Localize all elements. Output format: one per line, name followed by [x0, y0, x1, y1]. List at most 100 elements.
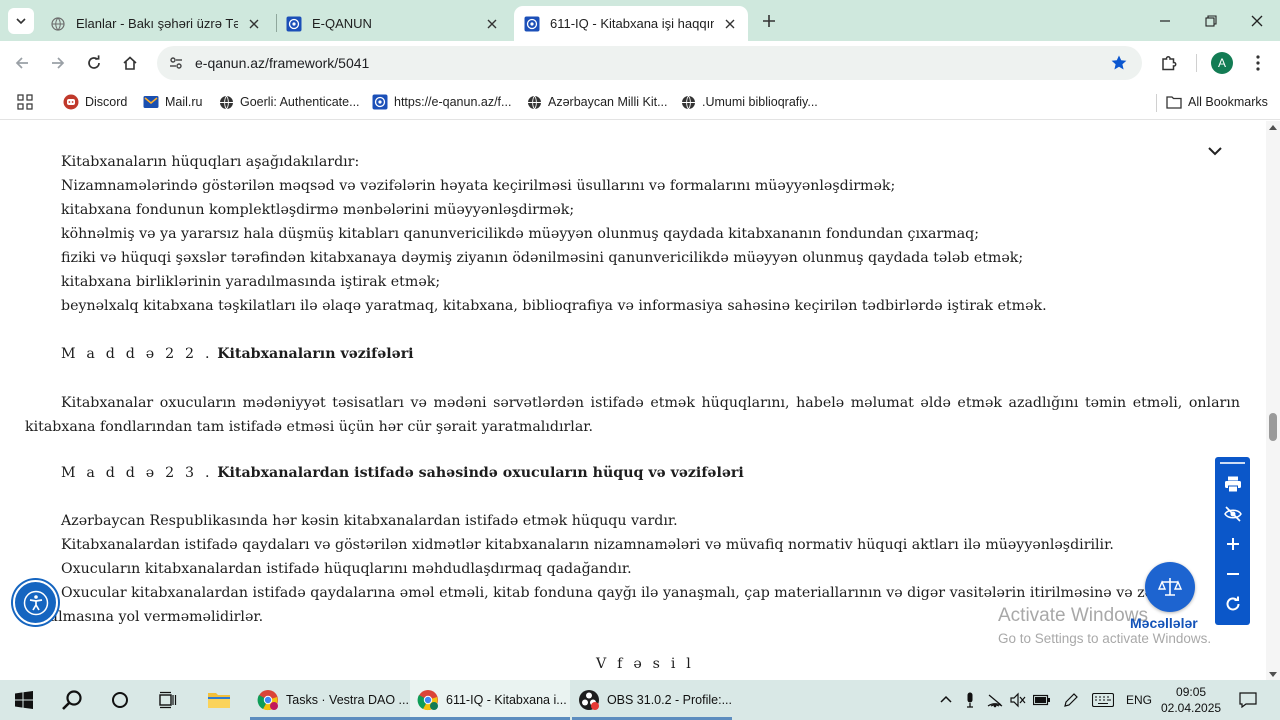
bookmark-discord[interactable]: Discord — [63, 91, 127, 113]
accessibility-button[interactable] — [13, 580, 58, 625]
reset-icon — [1226, 596, 1239, 610]
tab-title: E-QANUN — [312, 16, 372, 31]
tab-title: Elanlar - Bakı şəhəri üzrə Təhsil — [76, 16, 238, 31]
tab-strip: Elanlar - Bakı şəhəri üzrə Təhsil E-QANU… — [0, 0, 1280, 41]
address-bar[interactable]: e-qanun.az/framework/5041 — [157, 46, 1142, 80]
scroll-up-arrow[interactable] — [1269, 125, 1277, 130]
hide-button[interactable] — [1221, 502, 1244, 525]
close-icon[interactable] — [484, 16, 500, 32]
article-label: M a d d ə 2 3 . — [61, 465, 213, 481]
article-23-item: Azərbaycan Respublikasında hər kəsin kit… — [61, 513, 678, 529]
notifications-button[interactable] — [1238, 690, 1258, 710]
mecelleler-button[interactable] — [1145, 562, 1195, 612]
battery-icon — [1033, 694, 1050, 706]
bookmark-goerli[interactable]: Goerli: Authenticate... — [218, 91, 360, 113]
zoom-out-button[interactable] — [1221, 562, 1244, 585]
zoom-in-button[interactable] — [1221, 532, 1244, 555]
reload-button[interactable] — [81, 50, 107, 76]
tab-search-button[interactable] — [8, 8, 34, 34]
document-tools-panel — [1215, 457, 1250, 625]
system-clock[interactable]: 09:05 02.04.2025 — [1161, 684, 1221, 716]
vertical-scrollbar[interactable] — [1266, 121, 1280, 680]
taskbar-app-label: Tasks · Vestra DAO ... — [286, 693, 409, 707]
taskbar-app-label: OBS 31.0.2 - Profile:... — [606, 693, 732, 707]
tab-elanlar[interactable]: Elanlar - Bakı şəhəri üzrə Təhsil — [40, 6, 272, 41]
close-window-button[interactable] — [1244, 8, 1270, 34]
home-button[interactable] — [117, 50, 143, 76]
file-explorer-button[interactable] — [205, 686, 233, 714]
battery-tray[interactable] — [1032, 690, 1052, 710]
scroll-down-arrow[interactable] — [1269, 672, 1277, 677]
all-bookmarks-button[interactable]: All Bookmarks — [1166, 91, 1268, 113]
back-button[interactable] — [9, 50, 35, 76]
new-tab-button[interactable] — [758, 10, 780, 32]
search-icon — [62, 690, 82, 710]
accessibility-icon — [23, 590, 48, 615]
taskbar-app-obs[interactable]: OBS 31.0.2 - Profile:... — [572, 680, 732, 720]
search-button[interactable] — [58, 686, 86, 714]
notification-icon — [1239, 692, 1257, 708]
eqanun-icon — [524, 16, 540, 32]
reset-button[interactable] — [1221, 592, 1244, 615]
rights-item: köhnəlmiş və ya yararsız hala düşmüş kit… — [61, 226, 980, 242]
volume-tray[interactable] — [1008, 690, 1028, 710]
article-title: Kitabxanaların vəzifələri — [217, 346, 414, 362]
site-info-icon[interactable] — [163, 50, 189, 76]
cortana-button[interactable] — [106, 686, 134, 714]
panel-handle — [1220, 462, 1245, 464]
article-23-item: Oxucular kitabxanalardan istifadə qaydal… — [61, 585, 1175, 601]
forward-button[interactable] — [45, 50, 71, 76]
eqanun-icon — [286, 16, 302, 32]
language-indicator[interactable]: ENG — [1126, 693, 1152, 707]
minimize-button[interactable] — [1152, 8, 1178, 34]
tab-kitabxana[interactable]: 611-IQ - Kitabxana işi haqqında — [514, 6, 748, 41]
mecelleler-label[interactable]: Məcəllələr — [1130, 615, 1198, 631]
microphone-tray[interactable] — [960, 690, 980, 710]
bookmark-milli-kitabxana[interactable]: Azərbaycan Milli Kit... — [526, 91, 667, 113]
rights-item: fiziki və hüquqi şəxslər tərəfindən kita… — [61, 250, 1024, 266]
document-view: Kitabxanaların hüquqları aşağıdakılardır… — [0, 121, 1266, 680]
pen-tray[interactable] — [1061, 690, 1081, 710]
bookmark-mailru[interactable]: Mail.ru — [143, 91, 203, 113]
wifi-tray[interactable] — [985, 690, 1005, 710]
extensions-button[interactable] — [1156, 50, 1182, 76]
collapse-toggle[interactable] — [1205, 141, 1225, 161]
globe-icon — [526, 94, 542, 110]
bookmark-star-icon[interactable] — [1108, 52, 1130, 74]
all-bookmarks-label: All Bookmarks — [1188, 95, 1268, 109]
chrome-icon — [416, 688, 440, 712]
activate-windows-subtitle: Go to Settings to activate Windows. — [998, 631, 1212, 646]
start-button[interactable] — [10, 686, 38, 714]
arrow-left-icon — [15, 57, 28, 69]
show-hidden-icons[interactable] — [936, 690, 956, 710]
bookmark-biblioqrafiya[interactable]: .Umumi biblioqrafiy... — [680, 91, 818, 113]
globe-icon — [218, 94, 234, 110]
print-button[interactable] — [1221, 472, 1244, 495]
close-icon[interactable] — [246, 16, 262, 32]
task-view-button[interactable] — [154, 686, 182, 714]
scroll-thumb[interactable] — [1269, 413, 1277, 441]
globe-icon — [50, 16, 66, 32]
clock-date: 02.04.2025 — [1161, 701, 1222, 715]
eye-off-icon — [1223, 505, 1242, 522]
bookmark-label: Mail.ru — [165, 95, 203, 109]
profile-avatar[interactable]: A — [1211, 52, 1233, 74]
taskbar-app-tasks[interactable]: Tasks · Vestra DAO ... — [250, 680, 410, 720]
menu-button[interactable] — [1245, 50, 1271, 76]
article-label: M a d d ə 2 2 . — [61, 346, 213, 362]
url-text[interactable]: e-qanun.az/framework/5041 — [195, 55, 369, 71]
bookmark-eqanun[interactable]: https://e-qanun.az/f... — [372, 91, 511, 113]
rights-item: Nizamnamələrində göstərilən məqsəd və və… — [61, 178, 896, 194]
apps-button[interactable] — [17, 91, 33, 113]
keyboard-tray[interactable] — [1091, 690, 1115, 710]
windows-logo-icon — [15, 691, 33, 709]
taskbar-app-kitabxana[interactable]: 611-IQ - Kitabxana i... — [410, 680, 570, 720]
restore-button[interactable] — [1198, 8, 1224, 34]
arrow-right-icon — [52, 57, 65, 69]
tab-title: 611-IQ - Kitabxana işi haqqında — [550, 16, 714, 31]
folder-icon — [208, 693, 230, 708]
chevron-up-icon — [940, 695, 952, 703]
tab-e-qanun[interactable]: E-QANUN — [276, 6, 510, 41]
close-icon[interactable] — [722, 16, 738, 32]
bookmark-label: Goerli: Authenticate... — [240, 95, 360, 109]
